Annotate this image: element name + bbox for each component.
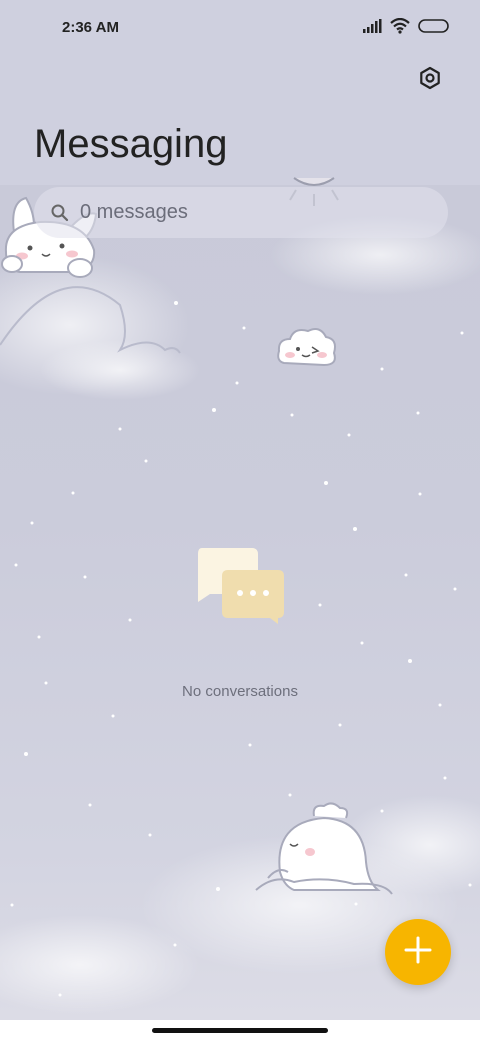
status-time: 2:36 AM: [62, 19, 119, 36]
ghost-decoration: [254, 802, 394, 907]
messaging-screen: 2:36 AM Messaging 0 messages No conversa…: [0, 0, 480, 1040]
gear-icon: [418, 66, 442, 95]
status-bar: 2:36 AM: [0, 0, 480, 56]
plus-icon: [404, 936, 432, 969]
search-icon: [50, 203, 70, 223]
home-indicator[interactable]: [152, 1028, 328, 1033]
signal-icon: [362, 19, 382, 38]
chat-bubbles-icon: [196, 548, 286, 628]
status-icons: [362, 17, 450, 39]
wifi-icon: [390, 17, 410, 39]
new-conversation-button[interactable]: [385, 919, 451, 985]
battery-icon: [418, 18, 450, 39]
page-title: Messaging: [34, 122, 228, 166]
settings-button[interactable]: [414, 64, 446, 96]
search-input[interactable]: [78, 200, 422, 225]
search-bar[interactable]: [34, 187, 448, 238]
cloud-face-decoration: [276, 325, 338, 376]
empty-state-text: No conversations: [182, 683, 298, 700]
